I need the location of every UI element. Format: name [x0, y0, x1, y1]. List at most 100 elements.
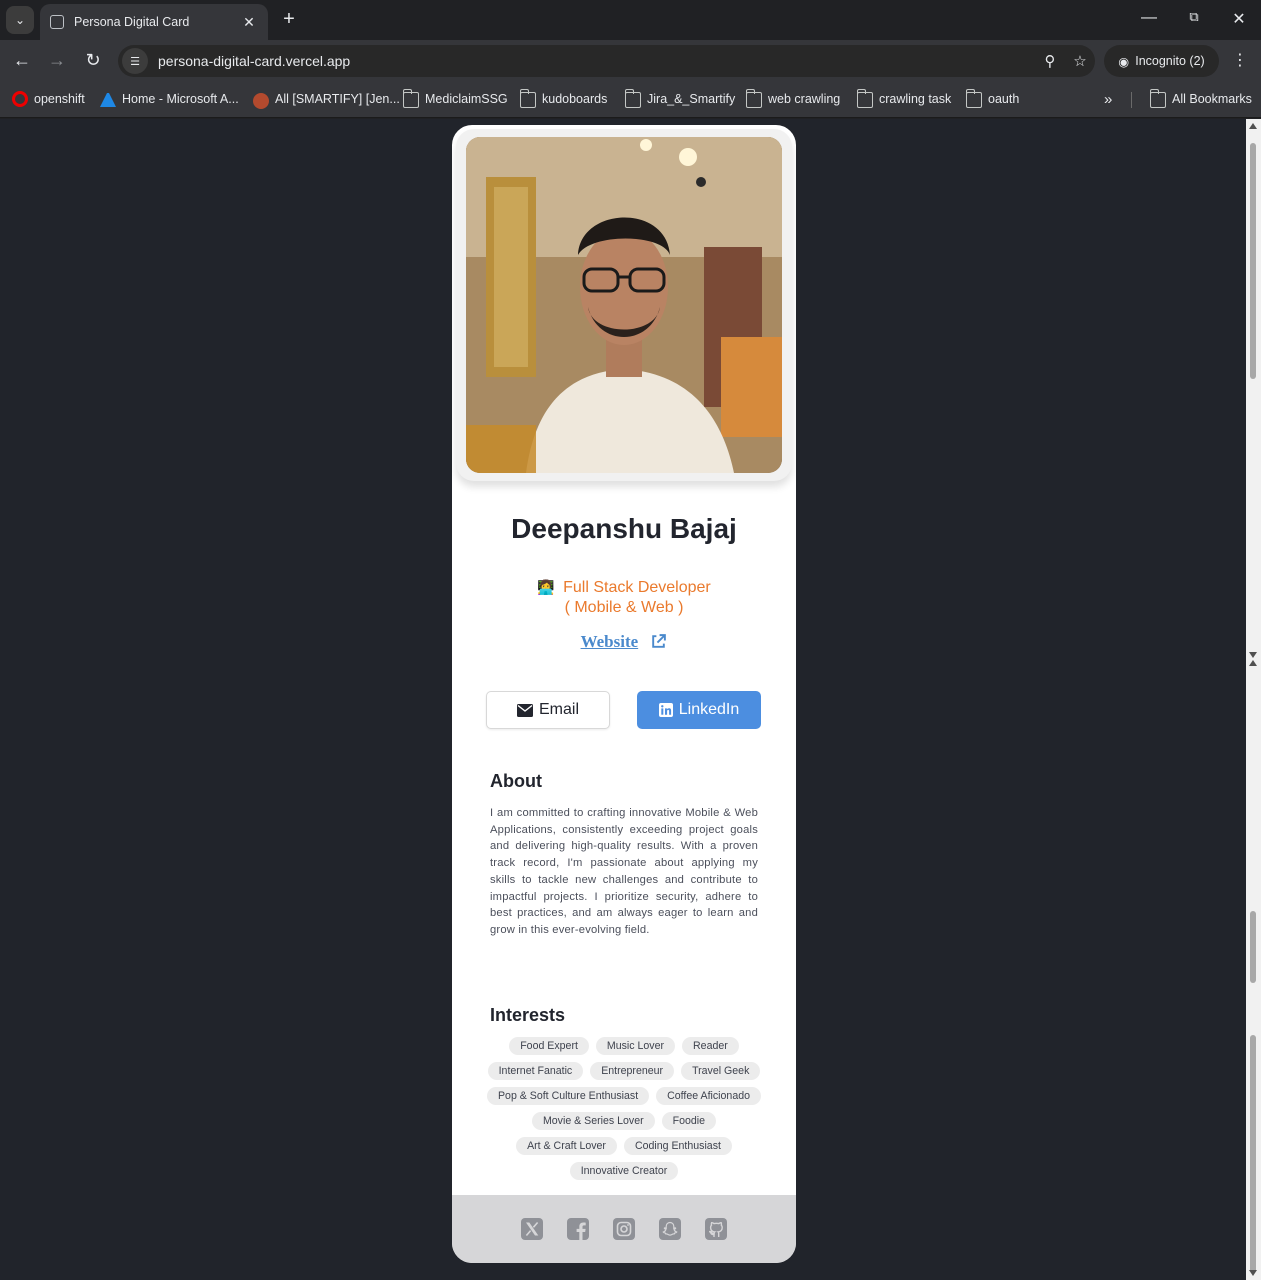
bookmark-star-icon[interactable]: ☆ — [1065, 52, 1095, 70]
bookmark-microsoft[interactable]: Home - Microsoft A... — [100, 90, 239, 108]
about-heading: About — [490, 771, 542, 791]
profile-photo — [466, 137, 782, 473]
bookmark-label: openshift — [34, 92, 85, 106]
interest-tag: Reader — [682, 1037, 739, 1055]
about-text: I am committed to crafting innovative Mo… — [490, 807, 758, 936]
interests-tags: Food Expert Music Lover Reader Internet … — [486, 1037, 762, 1180]
bookmarks-separator — [1131, 92, 1132, 108]
chevron-down-icon: ⌄ — [14, 13, 26, 27]
restore-icon[interactable]: ⧉ — [1184, 9, 1204, 25]
email-label: Email — [538, 701, 579, 718]
envelope-icon — [516, 703, 533, 717]
incognito-label: Incognito (2) — [1135, 54, 1205, 68]
external-link-icon — [652, 634, 667, 648]
reload-icon[interactable]: ↻ — [83, 50, 103, 70]
interest-tag: Movie & Series Lover — [531, 1112, 655, 1130]
tab-favicon-icon — [50, 15, 64, 29]
bookmark-folder-mediclaim[interactable]: MediclaimSSG — [402, 89, 508, 108]
bookmark-label: MediclaimSSG — [425, 92, 508, 106]
window-close-icon[interactable]: ✕ — [1229, 9, 1249, 29]
interest-tag: Foodie — [661, 1112, 717, 1130]
bookmark-label: web crawling — [768, 92, 841, 106]
back-arrow-icon[interactable]: ← — [12, 50, 32, 70]
interest-tag: Travel Geek — [681, 1062, 761, 1080]
new-tab-button[interactable]: + — [278, 8, 300, 30]
openshift-icon — [12, 91, 28, 107]
browser-toolbar: ← → ↻ ☰ persona-digital-card.vercel.app … — [0, 40, 1261, 80]
scroll-marker-icon — [1249, 660, 1257, 666]
browser-menu-icon[interactable]: ⋮ — [1230, 50, 1250, 70]
site-info-icon[interactable]: ☰ — [122, 48, 148, 74]
scroll-marker-icon — [1249, 652, 1257, 658]
scrollbar-thumb-tertiary[interactable] — [1250, 1035, 1256, 1273]
folder-icon — [519, 89, 536, 108]
scrollbar-thumb[interactable] — [1250, 143, 1256, 379]
close-tab-icon[interactable]: ✕ — [240, 14, 258, 31]
interest-tag: Food Expert — [509, 1037, 589, 1055]
bookmark-label: kudoboards — [542, 92, 608, 106]
page-viewport: Deepanshu Bajaj 👩‍💻 Full Stack Developer… — [0, 119, 1246, 1280]
email-button[interactable]: Email — [486, 691, 610, 729]
incognito-indicator[interactable]: ◉ Incognito (2) — [1104, 45, 1219, 77]
profile-role: 👩‍💻 Full Stack Developer ( Mobile & Web … — [452, 577, 796, 618]
bookmark-label: Jira_&_Smartify — [647, 92, 736, 106]
zoom-icon[interactable]: ⚲ — [1035, 52, 1065, 70]
interest-tag: Pop & Soft Culture Enthusiast — [486, 1087, 650, 1105]
bookmark-openshift[interactable]: openshift — [12, 90, 85, 108]
instagram-icon[interactable] — [612, 1217, 636, 1241]
bookmark-label: crawling task — [879, 92, 952, 106]
bookmark-folder-crawling-task[interactable]: crawling task — [856, 89, 952, 108]
azure-icon — [100, 91, 116, 107]
bookmark-smartify[interactable]: All [SMARTIFY] [Jen... — [253, 90, 400, 109]
scroll-up-arrow-icon[interactable] — [1249, 123, 1257, 129]
interest-tag: Internet Fanatic — [487, 1062, 584, 1080]
address-bar[interactable]: ☰ persona-digital-card.vercel.app ⚲ ☆ — [118, 45, 1095, 77]
bookmark-folder-web-crawling[interactable]: web crawling — [745, 89, 841, 108]
folder-icon — [402, 89, 419, 108]
forward-arrow-icon[interactable]: → — [47, 50, 67, 70]
scroll-down-arrow-icon[interactable] — [1249, 1270, 1257, 1276]
snapchat-icon[interactable] — [658, 1217, 682, 1241]
url-text[interactable]: persona-digital-card.vercel.app — [158, 53, 1035, 69]
page-scrollbar[interactable] — [1246, 119, 1261, 1280]
folder-icon — [745, 89, 762, 108]
tab-search-button[interactable]: ⌄ — [6, 6, 34, 34]
interest-tag: Coding Enthusiast — [623, 1137, 732, 1155]
profile-name: Deepanshu Bajaj — [511, 513, 737, 544]
folder-icon — [624, 89, 641, 108]
interests-heading: Interests — [490, 1005, 566, 1025]
website-link-text[interactable]: Website — [581, 632, 639, 651]
profile-photo-illustration — [466, 137, 782, 473]
bookmark-label: All [SMARTIFY] [Jen... — [275, 92, 400, 106]
role-line-1: Full Stack Developer — [563, 579, 711, 596]
incognito-icon: ◉ — [1118, 54, 1130, 69]
linkedin-button[interactable]: LinkedIn — [637, 691, 761, 729]
folder-icon — [965, 89, 982, 108]
folder-icon — [856, 89, 873, 108]
tab-title: Persona Digital Card — [74, 15, 190, 29]
bookmark-folder-oauth[interactable]: oauth — [965, 89, 1020, 108]
bookmark-label: oauth — [988, 92, 1020, 106]
role-line-2: ( Mobile & Web ) — [564, 599, 684, 616]
all-bookmarks-button[interactable]: All Bookmarks — [1149, 89, 1252, 108]
scrollbar-thumb-secondary[interactable] — [1250, 911, 1256, 983]
bookmarks-bar: openshift Home - Microsoft A... All [SMA… — [0, 80, 1261, 118]
facebook-icon[interactable] — [566, 1217, 590, 1241]
interest-tag: Innovative Creator — [569, 1162, 679, 1180]
website-link[interactable]: Website — [452, 632, 796, 652]
jenkins-icon — [253, 92, 269, 109]
minimize-icon[interactable]: — — [1139, 9, 1159, 27]
interest-tag: Entrepreneur — [590, 1062, 675, 1080]
bookmark-folder-jira[interactable]: Jira_&_Smartify — [624, 89, 736, 108]
x-twitter-icon[interactable] — [520, 1217, 544, 1241]
bookmark-label: All Bookmarks — [1172, 92, 1252, 106]
github-icon[interactable] — [704, 1217, 728, 1241]
more-bookmarks-button[interactable]: » — [1104, 90, 1112, 108]
social-footer — [452, 1195, 796, 1263]
profile-photo-frame — [456, 129, 792, 481]
active-tab[interactable]: Persona Digital Card ✕ — [40, 4, 268, 40]
interest-tag: Coffee Aficionado — [656, 1087, 761, 1105]
bookmark-folder-kudoboards[interactable]: kudoboards — [519, 89, 608, 108]
bookmark-label: Home - Microsoft A... — [122, 92, 239, 106]
interest-tag: Art & Craft Lover — [516, 1137, 617, 1155]
